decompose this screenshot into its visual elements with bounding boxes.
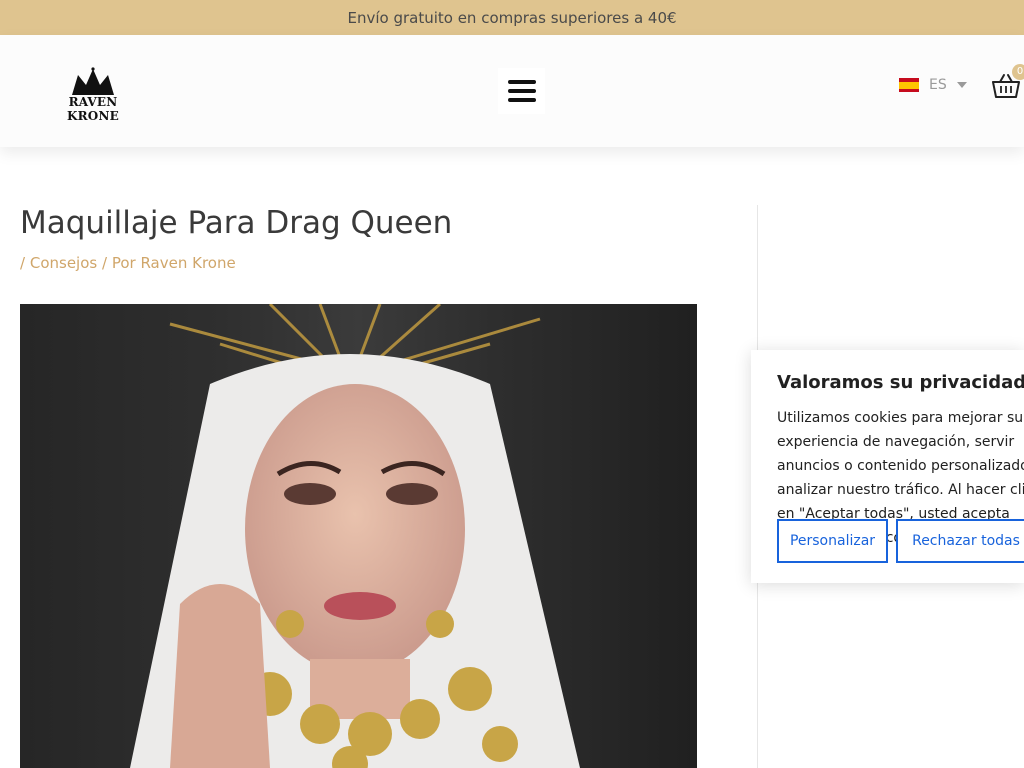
- promo-text: Envío gratuito en compras superiores a 4…: [347, 8, 677, 27]
- reject-all-cookies-button[interactable]: Rechazar todas: [896, 519, 1024, 563]
- post-title: Maquillaje Para Drag Queen: [20, 205, 453, 241]
- featured-photo: [130, 304, 580, 768]
- author-link[interactable]: Raven Krone: [140, 254, 235, 272]
- promo-bar: Envío gratuito en compras superiores a 4…: [0, 0, 1024, 35]
- post-meta: / Consejos / Por Raven Krone: [20, 254, 236, 272]
- hamburger-menu-icon-bar: [507, 98, 536, 102]
- hamburger-menu-icon-bar: [507, 89, 536, 93]
- logo-text: RAVEN KRONE: [67, 95, 119, 123]
- meta-separator: /: [20, 254, 26, 272]
- hamburger-menu-icon: [507, 80, 536, 84]
- cookie-consent-banner: Valoramos su privacidad Utilizamos cooki…: [751, 350, 1024, 583]
- meta-by-prefix: / Por: [102, 254, 136, 272]
- spain-flag-icon: [899, 78, 919, 92]
- language-switcher[interactable]: ES: [899, 77, 967, 93]
- cookie-title: Valoramos su privacidad: [777, 372, 1024, 393]
- menu-toggle-button[interactable]: [498, 68, 545, 114]
- caret-down-icon: [956, 82, 967, 88]
- crown-icon: [72, 67, 114, 95]
- site-logo[interactable]: RAVEN KRONE: [48, 67, 138, 123]
- category-link[interactable]: Consejos: [30, 254, 97, 272]
- cart-count-badge: 0: [1012, 64, 1024, 80]
- featured-image: [20, 304, 697, 768]
- customize-cookies-button[interactable]: Personalizar: [777, 519, 888, 563]
- site-header: RAVEN KRONE ES: [0, 35, 1024, 147]
- language-code: ES: [929, 77, 947, 93]
